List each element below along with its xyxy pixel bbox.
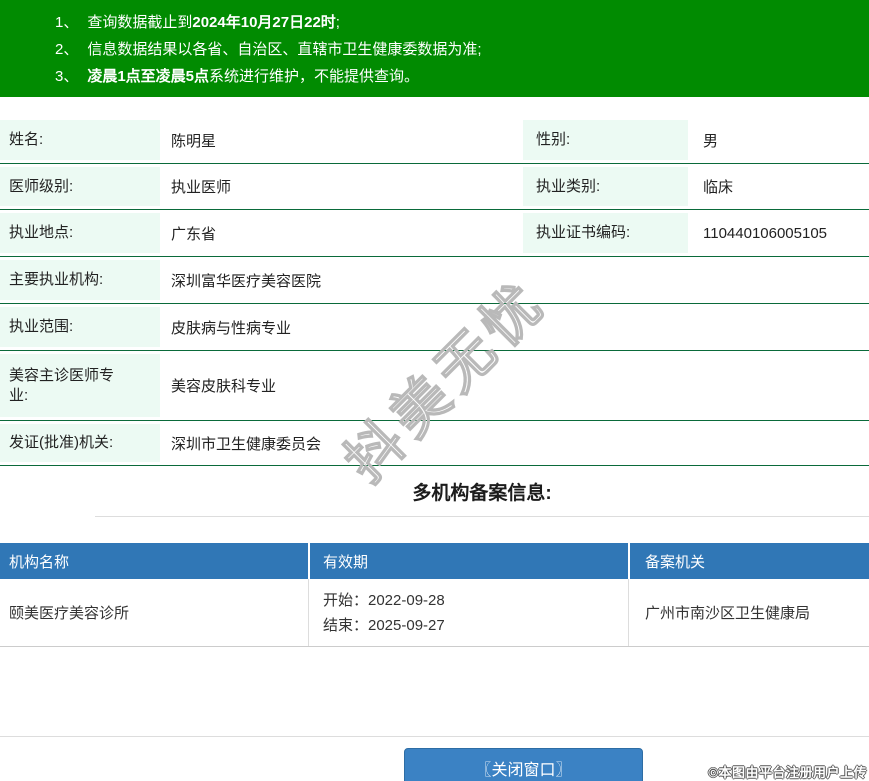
field-value: 陈明星 [171, 132, 217, 150]
field-value: 美容皮肤科专业 [171, 378, 277, 395]
field-label: 主要执业机构: [0, 260, 160, 300]
notice-number: 2、 [55, 41, 79, 58]
notice-text-bold: 2024年10月27日22时 [192, 14, 336, 31]
footer-divider [0, 736, 869, 737]
field-label-cell: 姓名: [0, 117, 160, 163]
detail-row-main-institution: 主要执业机构: 深圳富华医疗美容医院 [0, 257, 869, 304]
header-cell-authority: 备案机关 [630, 543, 869, 579]
practitioner-details-table: 姓名: 陈明星 性别: 男 医师级别: 执业医师 执业类别: 临床 执业地点: … [0, 117, 869, 466]
header-cell-validity: 有效期 [310, 543, 628, 579]
field-label: 美容主诊医师专业: [0, 354, 160, 417]
field-label-cell: 发证(批准)机关: [0, 421, 160, 465]
validity-cell: 开始：2022-09-28 结束：2025-09-27 [308, 579, 628, 646]
detail-row-cosmetic-specialty: 美容主诊医师专业: 美容皮肤科专业 [0, 351, 869, 421]
notice-text-post: ; [335, 14, 340, 31]
validity-end: 结束：2025-09-27 [323, 616, 445, 634]
notice-text: 信息数据结果以各省、自治区、直辖市卫生健康委数据为准; [87, 41, 482, 58]
close-window-button[interactable]: 〖关闭窗口〗 [404, 748, 643, 781]
notice-item-3: 3、 凌晨1点至凌晨5点系统进行维护，不能提供查询。 [55, 63, 869, 90]
section-title: 多机构备案信息: [95, 466, 869, 517]
notice-text: 查询数据截止到 [87, 14, 193, 31]
field-label: 执业范围: [0, 307, 160, 347]
field-value: 深圳富华医疗美容医院 [171, 272, 322, 290]
field-value: 临床 [703, 179, 734, 196]
authority-cell: 广州市南沙区卫生健康局 [628, 579, 869, 646]
detail-row-practice-scope: 执业范围: 皮肤病与性病专业 [0, 304, 869, 351]
detail-row-name-gender: 姓名: 陈明星 性别: 男 [0, 117, 869, 164]
field-label-cell: 美容主诊医师专业: [0, 351, 160, 420]
field-label: 发证(批准)机关: [0, 424, 160, 462]
field-label-cell: 执业范围: [0, 304, 160, 350]
field-label: 执业类别: [523, 167, 688, 206]
notice-banner: 1、 查询数据截止到2024年10月27日22时; 2、 信息数据结果以各省、自治区… [0, 0, 869, 97]
query-result-page: 1、 查询数据截止到2024年10月27日22时; 2、 信息数据结果以各省、自治区… [0, 0, 869, 781]
notice-text-post: 系统进行维护，不能提供查询。 [209, 68, 420, 85]
field-label: 执业地点: [0, 213, 160, 253]
detail-row-issuing-authority: 发证(批准)机关: 深圳市卫生健康委员会 [0, 421, 869, 466]
field-label-cell: 执业证书编码: [523, 210, 688, 256]
field-value: 广东省 [171, 225, 217, 243]
notice-number: 1、 [55, 14, 79, 31]
field-label: 执业证书编码: [523, 213, 688, 253]
notice-number: 3、 [55, 68, 79, 85]
field-value: 深圳市卫生健康委员会 [171, 435, 322, 453]
field-label-cell: 执业类别: [523, 164, 688, 209]
header-cell-institution: 机构名称 [0, 543, 308, 579]
field-value: 执业医师 [171, 179, 232, 196]
field-value: 110440106005105 [703, 224, 828, 242]
filing-table-row: 颐美医疗美容诊所 开始：2022-09-28 结束：2025-09-27 广州市… [0, 579, 869, 647]
field-value: 男 [703, 132, 719, 150]
field-value: 皮肤病与性病专业 [171, 319, 292, 337]
field-label: 姓名: [0, 120, 160, 160]
field-label: 性别: [523, 120, 688, 160]
field-label: 医师级别: [0, 167, 160, 206]
field-label-cell: 主要执业机构: [0, 257, 160, 303]
notice-text-bold: 凌晨1点至凌晨5点 [87, 68, 210, 85]
detail-row-location-certno: 执业地点: 广东省 执业证书编码: 110440106005105 [0, 210, 869, 257]
filing-table: 机构名称 有效期 备案机关 颐美医疗美容诊所 开始：2022-09-28 结束：… [0, 543, 869, 647]
filing-table-header: 机构名称 有效期 备案机关 [0, 543, 869, 579]
field-label-cell: 性别: [523, 117, 688, 163]
field-label-cell: 医师级别: [0, 164, 160, 209]
notice-item-1: 1、 查询数据截止到2024年10月27日22时; [55, 9, 869, 36]
credit-watermark: ©本图由平台注册用户上传 [708, 765, 867, 780]
notice-item-2: 2、 信息数据结果以各省、自治区、直辖市卫生健康委数据为准; [55, 36, 869, 63]
institution-name-cell: 颐美医疗美容诊所 [9, 605, 130, 622]
field-label-cell: 执业地点: [0, 210, 160, 256]
validity-start: 开始：2022-09-28 [323, 591, 445, 609]
detail-row-level-category: 医师级别: 执业医师 执业类别: 临床 [0, 164, 869, 210]
